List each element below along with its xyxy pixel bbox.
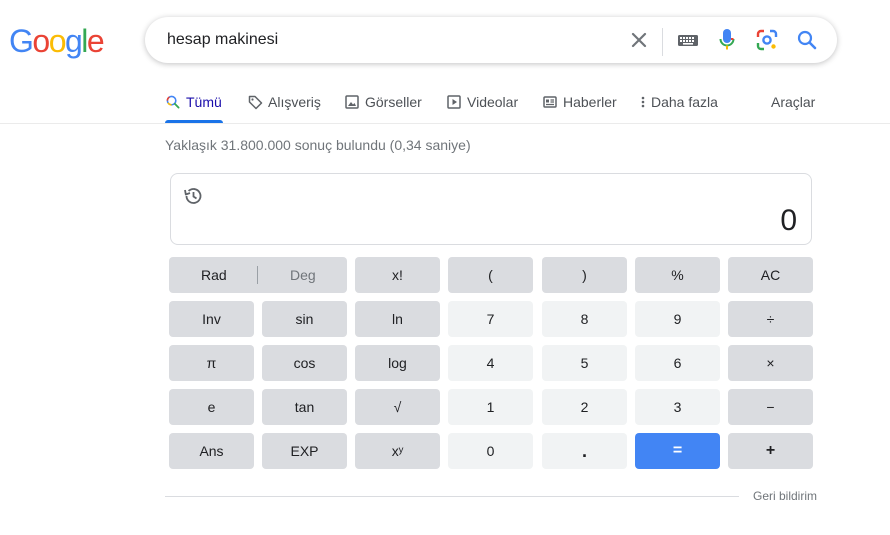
logo-letter: g: [64, 23, 83, 59]
tab-videos[interactable]: Videolar: [446, 92, 518, 112]
rad-button[interactable]: Rad: [201, 267, 227, 283]
feedback-link[interactable]: Geri bildirim: [753, 489, 817, 503]
tag-icon: [247, 94, 263, 110]
search-input[interactable]: hesap makinesi: [167, 31, 278, 49]
all-clear-button[interactable]: AC: [728, 257, 813, 293]
mic-icon[interactable]: [715, 28, 739, 52]
tab-all[interactable]: Tümü: [165, 92, 223, 123]
news-icon: [542, 94, 558, 110]
tools-button[interactable]: Araçlar: [771, 92, 815, 112]
tab-label: Alışveriş: [268, 94, 321, 110]
sqrt-button[interactable]: √: [355, 389, 440, 425]
tab-more[interactable]: Daha fazla: [640, 92, 718, 112]
logo-letter: G: [9, 23, 34, 59]
feedback-divider: [165, 496, 739, 497]
digit-1-button[interactable]: 1: [448, 389, 533, 425]
tab-label: Görseller: [365, 94, 422, 110]
header-divider: [0, 123, 890, 124]
logo-letter: o: [48, 23, 67, 59]
play-icon: [446, 94, 462, 110]
cos-button[interactable]: cos: [262, 345, 347, 381]
digit-3-button[interactable]: 3: [635, 389, 720, 425]
tab-news[interactable]: Haberler: [542, 92, 617, 112]
result-stats: Yaklaşık 31.800.000 sonuç bulundu (0,34 …: [165, 137, 471, 153]
keyboard-icon[interactable]: [676, 28, 700, 52]
tab-label: Daha fazla: [651, 94, 718, 110]
more-vert-icon: [640, 94, 646, 110]
search-box[interactable]: hesap makinesi: [145, 17, 837, 63]
tab-label: Tümü: [186, 94, 222, 110]
add-button[interactable]: +: [728, 433, 813, 469]
angle-mode-toggle[interactable]: Rad Deg: [169, 257, 347, 293]
digit-0-button[interactable]: 0: [448, 433, 533, 469]
history-icon[interactable]: [183, 186, 203, 206]
digit-7-button[interactable]: 7: [448, 301, 533, 337]
power-button[interactable]: xʸ: [355, 433, 440, 469]
deg-button[interactable]: Deg: [290, 267, 316, 283]
search-icon[interactable]: [795, 28, 819, 52]
logo-letter: e: [86, 23, 105, 59]
pi-button[interactable]: π: [169, 345, 254, 381]
inverse-button[interactable]: Inv: [169, 301, 254, 337]
divide-button[interactable]: ÷: [728, 301, 813, 337]
logo-letter: o: [32, 23, 50, 59]
digit-2-button[interactable]: 2: [542, 389, 627, 425]
lens-icon[interactable]: [755, 28, 779, 52]
digit-8-button[interactable]: 8: [542, 301, 627, 337]
search-icon: [165, 94, 181, 110]
answer-button[interactable]: Ans: [169, 433, 254, 469]
sin-button[interactable]: sin: [262, 301, 347, 337]
multiply-button[interactable]: ×: [728, 345, 813, 381]
calculator-result: 0: [780, 204, 797, 237]
tab-images[interactable]: Görseller: [344, 92, 422, 112]
digit-6-button[interactable]: 6: [635, 345, 720, 381]
tab-label: Videolar: [467, 94, 519, 110]
image-icon: [344, 94, 360, 110]
decimal-button[interactable]: .: [542, 433, 627, 469]
close-paren-button[interactable]: ): [542, 257, 627, 293]
tan-button[interactable]: tan: [262, 389, 347, 425]
google-logo[interactable]: Google: [9, 23, 105, 60]
calculator-display: 0: [170, 173, 812, 245]
tab-label: Haberler: [563, 94, 617, 110]
subtract-button[interactable]: −: [728, 389, 813, 425]
log-button[interactable]: log: [355, 345, 440, 381]
digit-4-button[interactable]: 4: [448, 345, 533, 381]
digit-5-button[interactable]: 5: [542, 345, 627, 381]
open-paren-button[interactable]: (: [448, 257, 533, 293]
search-divider: [662, 28, 663, 56]
mode-separator: [257, 266, 258, 284]
percent-button[interactable]: %: [635, 257, 720, 293]
factorial-button[interactable]: x!: [355, 257, 440, 293]
exp-button[interactable]: EXP: [262, 433, 347, 469]
ln-button[interactable]: ln: [355, 301, 440, 337]
digit-9-button[interactable]: 9: [635, 301, 720, 337]
equals-button[interactable]: =: [635, 433, 720, 469]
tab-shopping[interactable]: Alışveriş: [247, 92, 321, 112]
close-icon[interactable]: [627, 28, 651, 52]
e-button[interactable]: e: [169, 389, 254, 425]
